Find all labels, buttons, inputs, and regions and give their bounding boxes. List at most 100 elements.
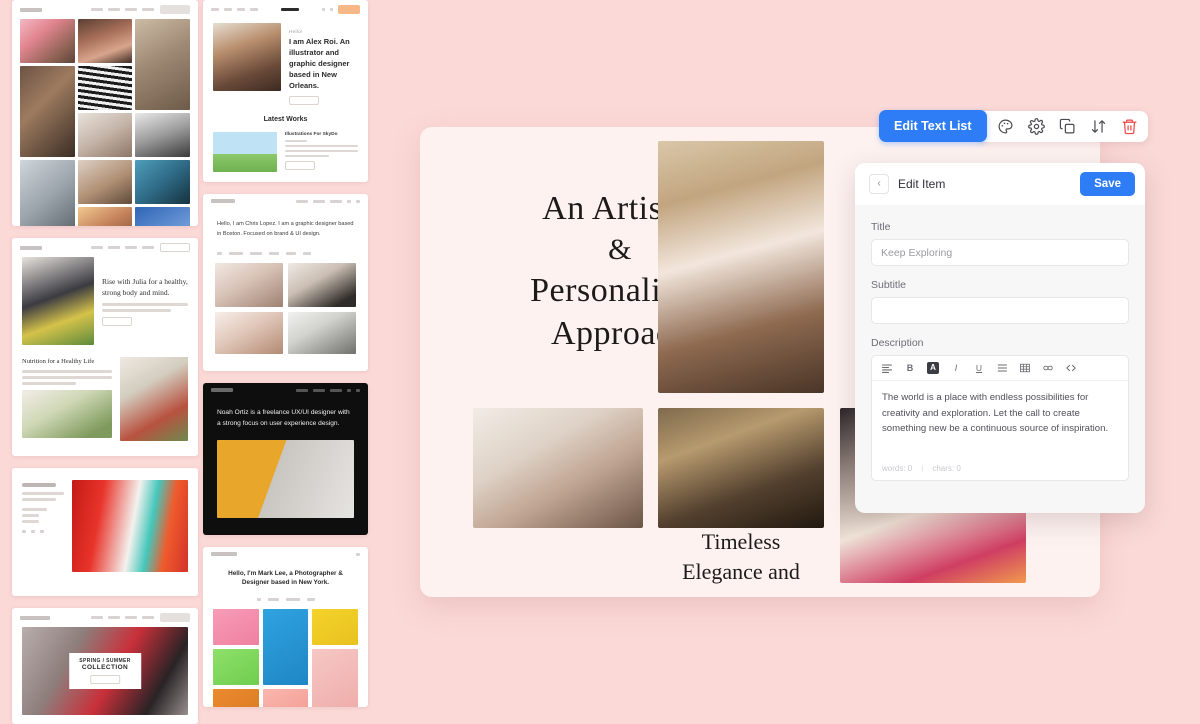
code-icon[interactable] [1065,362,1077,374]
template-logo [20,8,42,12]
toolbar-icon-group [977,111,1148,142]
template-card-art-abstract[interactable] [12,468,198,596]
canvas-image-couple-main[interactable] [658,141,824,393]
italic-icon[interactable]: I [950,362,962,374]
template-gallery-column-right: Hello! I am Alex Roi. An illustrator and… [203,0,368,719]
template-filter-links [203,240,368,255]
text-placeholder-line [22,514,39,517]
template-logo [281,8,299,11]
hero-title-block-2[interactable]: Timeless Elegance and [658,527,824,588]
table-icon[interactable] [1019,362,1031,374]
template-eyebrow: Hello! [289,29,358,34]
template-nav-links [296,200,360,203]
photo-thumb [20,66,75,157]
subtitle-field-group: Subtitle [871,279,1129,324]
photo-thumb [263,609,309,685]
overlay-line-2: COLLECTION [79,664,131,671]
hero2-line-2: Elegance and [682,559,800,584]
text-placeholder-line [285,150,358,152]
template-social-icons [22,530,64,533]
template-nav [203,383,368,397]
photo-thumb [135,113,190,157]
template-logo [211,199,235,203]
canvas-image-hands-rings[interactable] [473,408,643,528]
photo-thumb [263,689,309,707]
template-cta-button [285,161,315,170]
text-placeholder-line [22,520,39,523]
template-nav [203,547,368,561]
template-gallery-column-left: Rise with Julia for a healthy, strong bo… [12,0,198,724]
canvas-image-dancing-couple[interactable] [658,408,824,528]
rich-text-editor: B A I U [871,355,1129,481]
save-button[interactable]: Save [1080,172,1135,196]
template-logo [20,616,50,620]
palette-icon[interactable] [997,118,1014,135]
template-heading: I am Alex Roi. An illustrator and graphi… [289,37,358,91]
subtitle-field-label: Subtitle [871,279,1129,291]
text-placeholder-line [22,483,56,487]
link-icon[interactable] [1042,362,1054,374]
photo-thumb [213,689,259,707]
photo-thumb [120,357,188,441]
template-cta-button [102,317,132,326]
gear-icon[interactable] [1028,118,1045,135]
template-card-chris-lopez[interactable]: Hello, I am Chris Lopez. I am a graphic … [203,194,368,371]
text-color-icon[interactable]: A [927,362,939,374]
title-input[interactable] [871,239,1129,266]
panel-header: ‹ Edit Item Save [855,163,1145,205]
photo-thumb [135,19,190,110]
template-cta-button [289,96,319,105]
template-heading: Hello, I am Chris Lopez. I am a graphic … [217,220,354,240]
template-card-portraits-grid[interactable] [12,0,198,226]
photo-thumb [78,66,133,110]
bold-icon[interactable]: B [904,362,916,374]
template-card-julia-wellness[interactable]: Rise with Julia for a healthy, strong bo… [12,238,198,456]
text-placeholder-line [22,492,64,495]
duplicate-icon[interactable] [1059,118,1076,135]
photo-thumb [78,207,133,226]
char-count: chars: 0 [932,464,960,473]
template-heading: Rise with Julia for a healthy, strong bo… [102,277,188,298]
work-title: Illustrations For SkyDo [285,132,358,137]
text-placeholder-line [22,382,76,385]
subtitle-input[interactable] [871,297,1129,324]
photo-thumb [78,113,133,157]
photo-thumb [213,609,259,645]
template-nav [12,0,198,19]
hero2-line-1: Timeless [702,529,781,554]
photo-thumb [312,649,358,707]
underline-icon[interactable]: U [973,362,985,374]
photo-thumb [288,263,356,307]
description-textarea[interactable]: The world is a place with endless possib… [872,381,1128,459]
template-card-mark-lee[interactable]: Hello, I'm Mark Lee, a Photographer & De… [203,547,368,707]
photo-thumb [213,132,277,172]
edit-item-panel: ‹ Edit Item Save Title Subtitle Descript… [855,163,1145,513]
template-card-alex-roi[interactable]: Hello! I am Alex Roi. An illustrator and… [203,0,368,182]
photo-thumb [20,19,75,63]
template-logo [211,552,237,556]
template-card-noah-ortiz[interactable]: Noah Ortiz is a freelance UX/UI designer… [203,383,368,535]
photo-thumb [215,312,283,354]
text-placeholder-line [22,370,112,373]
edit-text-list-button[interactable]: Edit Text List [879,110,987,142]
photo-thumb [78,19,133,63]
photo-thumb [135,207,190,226]
back-chevron-icon[interactable]: ‹ [869,174,889,194]
photo-thumb [22,257,94,345]
sort-icon[interactable] [1090,118,1107,135]
template-heading: Hello, I'm Mark Lee, a Photographer & De… [219,569,352,588]
photo-thumb [288,312,356,354]
template-card-fashion-collection[interactable]: SPRING / SUMMER COLLECTION [12,608,198,724]
element-toolbar: Edit Text List [879,110,1148,142]
template-cta-button [338,5,360,14]
photo-thumb [217,440,354,518]
align-left-icon[interactable] [881,362,893,374]
template-cta-button [90,675,120,684]
text-placeholder-line [22,376,112,379]
text-placeholder-line [285,155,329,157]
bullet-list-icon[interactable] [996,362,1008,374]
photo-thumb [312,609,358,645]
template-cta-button [160,243,190,252]
trash-icon[interactable] [1121,118,1138,135]
template-section-heading: Latest Works [213,115,358,125]
